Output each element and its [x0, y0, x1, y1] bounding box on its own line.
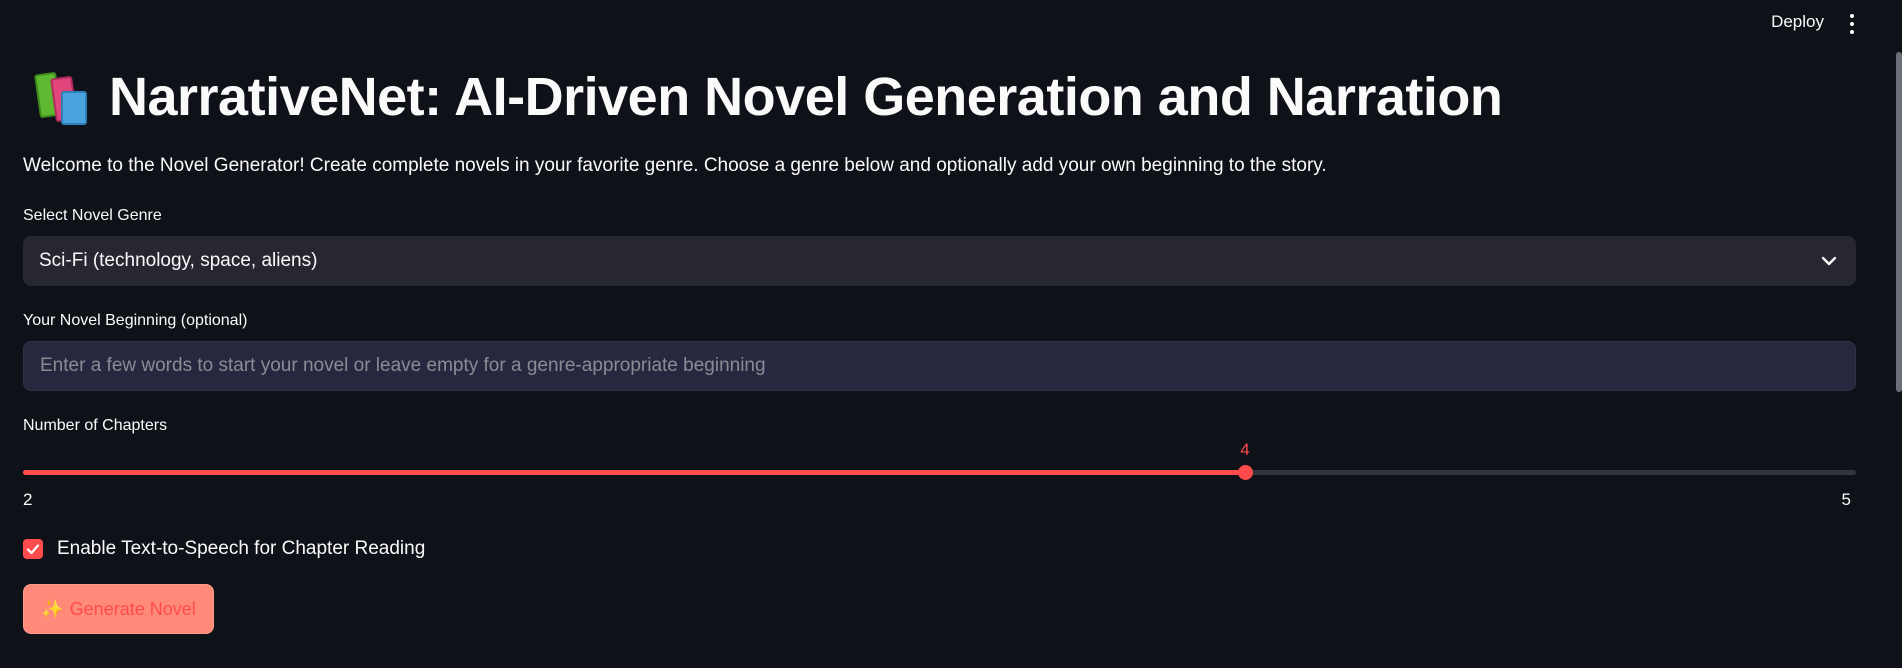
slider-value: 4 — [1240, 440, 1250, 459]
tts-checkbox[interactable] — [23, 539, 43, 559]
kebab-menu-icon[interactable] — [1846, 14, 1858, 34]
genre-selected-value: Sci-Fi (technology, space, aliens) — [39, 250, 318, 271]
beginning-label: Your Novel Beginning (optional) — [23, 312, 248, 329]
tts-label: Enable Text-to-Speech for Chapter Readin… — [57, 538, 426, 559]
slider-min-label: 2 — [23, 490, 33, 509]
page-title: NarrativeNet: AI-Driven Novel Generation… — [109, 67, 1503, 127]
genre-select[interactable]: Sci-Fi (technology, space, aliens) — [23, 236, 1856, 286]
generate-label: Generate Novel — [69, 598, 196, 619]
sparkle-icon: ✨ — [41, 598, 64, 619]
slider-fill — [23, 470, 1245, 475]
intro-text: Welcome to the Novel Generator! Create c… — [23, 155, 1327, 176]
beginning-input[interactable] — [23, 341, 1856, 391]
slider-max-label: 5 — [1841, 490, 1851, 509]
top-bar: Deploy — [0, 0, 1902, 48]
tts-checkbox-row[interactable]: Enable Text-to-Speech for Chapter Readin… — [23, 538, 425, 560]
slider-thumb[interactable] — [1238, 465, 1253, 480]
chevron-down-icon — [1821, 256, 1837, 266]
scrollbar[interactable] — [1896, 52, 1902, 392]
check-icon — [26, 544, 40, 555]
page-header: NarrativeNet: AI-Driven Novel Generation… — [33, 66, 1503, 128]
books-icon — [33, 67, 91, 127]
genre-label: Select Novel Genre — [23, 207, 162, 224]
chapters-label: Number of Chapters — [23, 417, 168, 434]
chapters-slider[interactable]: 4 2 5 — [23, 440, 1856, 509]
deploy-button[interactable]: Deploy — [1771, 12, 1824, 32]
generate-novel-button[interactable]: ✨ Generate Novel — [23, 584, 214, 634]
